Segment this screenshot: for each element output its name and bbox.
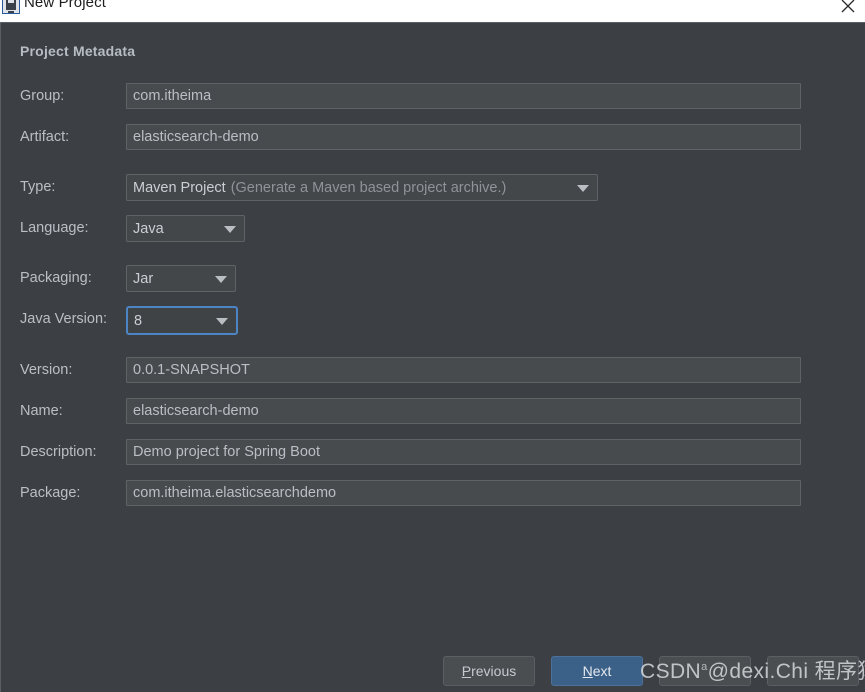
package-label: Package: — [20, 480, 80, 506]
name-input[interactable]: elasticsearch-demo — [126, 398, 801, 424]
java-version-combobox-value: 8 — [134, 313, 142, 329]
type-combobox[interactable]: Maven Project (Generate a Maven based pr… — [126, 174, 598, 201]
packaging-combobox-value: Jar — [133, 271, 153, 287]
java-version-label: Java Version: — [20, 306, 107, 332]
dialog-body: Project Metadata Group: com.itheima Arti… — [0, 22, 865, 692]
chevron-down-icon — [577, 185, 589, 192]
version-label: Version: — [20, 357, 72, 383]
packaging-combobox[interactable]: Jar — [126, 265, 236, 292]
artifact-input[interactable]: elasticsearch-demo — [126, 124, 801, 150]
previous-button[interactable]: Previous — [443, 656, 535, 686]
package-input[interactable]: com.itheima.elasticsearchdemo — [126, 480, 801, 506]
version-input[interactable]: 0.0.1-SNAPSHOT — [126, 357, 801, 383]
cancel-button[interactable] — [659, 656, 751, 686]
language-combobox[interactable]: Java — [126, 215, 245, 242]
section-title: Project Metadata — [20, 43, 135, 59]
help-button[interactable] — [767, 656, 859, 686]
artifact-label: Artifact: — [20, 124, 69, 150]
next-button[interactable]: Next — [551, 656, 643, 686]
name-label: Name: — [20, 398, 63, 424]
window-title: New Project — [24, 0, 106, 11]
group-input[interactable]: com.itheima — [126, 83, 801, 109]
previous-button-mnemonic: P — [462, 663, 471, 679]
type-combobox-value: Maven Project — [133, 180, 226, 196]
description-label: Description: — [20, 439, 97, 465]
close-icon[interactable] — [835, 0, 861, 19]
java-version-combobox[interactable]: 8 — [126, 306, 238, 335]
new-project-dialog-window: New Project Project Metadata Group: com.… — [0, 0, 865, 692]
chevron-down-icon — [215, 276, 227, 283]
next-button-label: ext — [593, 663, 612, 679]
packaging-label: Packaging: — [20, 265, 92, 291]
chevron-down-icon — [224, 226, 236, 233]
type-combobox-hint: (Generate a Maven based project archive.… — [231, 180, 507, 196]
title-bar: New Project — [0, 0, 865, 22]
description-input[interactable]: Demo project for Spring Boot — [126, 439, 801, 465]
previous-button-label: revious — [471, 663, 516, 679]
chevron-down-icon — [216, 318, 228, 325]
language-label: Language: — [20, 215, 89, 241]
type-label: Type: — [20, 174, 55, 200]
language-combobox-value: Java — [133, 221, 164, 237]
next-button-mnemonic: N — [583, 663, 593, 679]
project-window-icon — [2, 0, 20, 14]
group-label: Group: — [20, 83, 64, 109]
